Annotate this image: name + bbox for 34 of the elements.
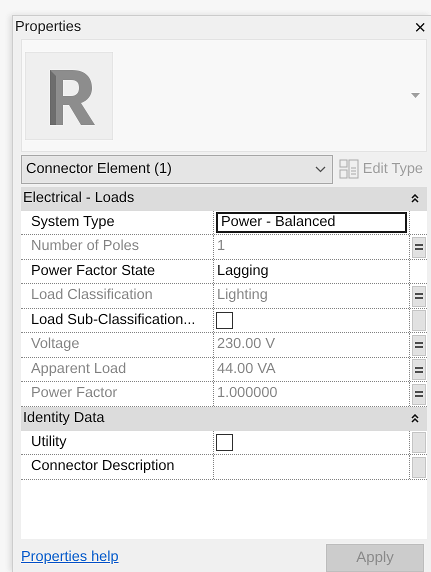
associate-parameter-button[interactable] [412, 384, 426, 405]
associate-parameter-button[interactable] [412, 359, 426, 380]
equals-icon [414, 366, 422, 373]
associate-parameter-button[interactable] [412, 334, 426, 356]
property-label: Number of Poles [31, 237, 139, 256]
checkbox[interactable] [216, 312, 233, 330]
collapse-icon [411, 414, 419, 424]
property-label: Power Factor [31, 384, 118, 404]
equals-icon [414, 293, 422, 300]
edit-type-icon [338, 159, 359, 180]
close-button[interactable]: × [414, 18, 427, 38]
associate-parameter-button[interactable] [412, 236, 426, 258]
group-header[interactable]: Electrical - Loads [21, 186, 427, 211]
type-selector-dropdown[interactable]: Connector Element (1) [21, 154, 333, 184]
property-label: Voltage [31, 335, 80, 354]
collapse-icon [411, 194, 419, 204]
property-label: Utility [31, 432, 66, 452]
property-label: Load Classification [31, 286, 153, 306]
checkbox[interactable] [216, 434, 233, 452]
letter-r-logo-icon [25, 52, 113, 140]
equals-icon [414, 391, 422, 398]
properties-help-link[interactable]: Properties help [21, 547, 119, 569]
property-label: Load Sub-Classification... [31, 310, 196, 330]
property-label: Apparent Load [31, 360, 126, 379]
equals-icon [414, 244, 422, 250]
associate-parameter-button[interactable] [412, 286, 426, 307]
property-value[interactable]: Lagging [216, 260, 269, 282]
property-label: Connector Description [31, 457, 174, 476]
window-title: Properties [15, 18, 82, 37]
group-header[interactable]: Identity Data [21, 406, 427, 431]
property-label: System Type [31, 212, 115, 232]
chevron-down-icon [314, 166, 326, 173]
equals-icon [414, 342, 422, 348]
property-label: Power Factor State [31, 262, 156, 281]
